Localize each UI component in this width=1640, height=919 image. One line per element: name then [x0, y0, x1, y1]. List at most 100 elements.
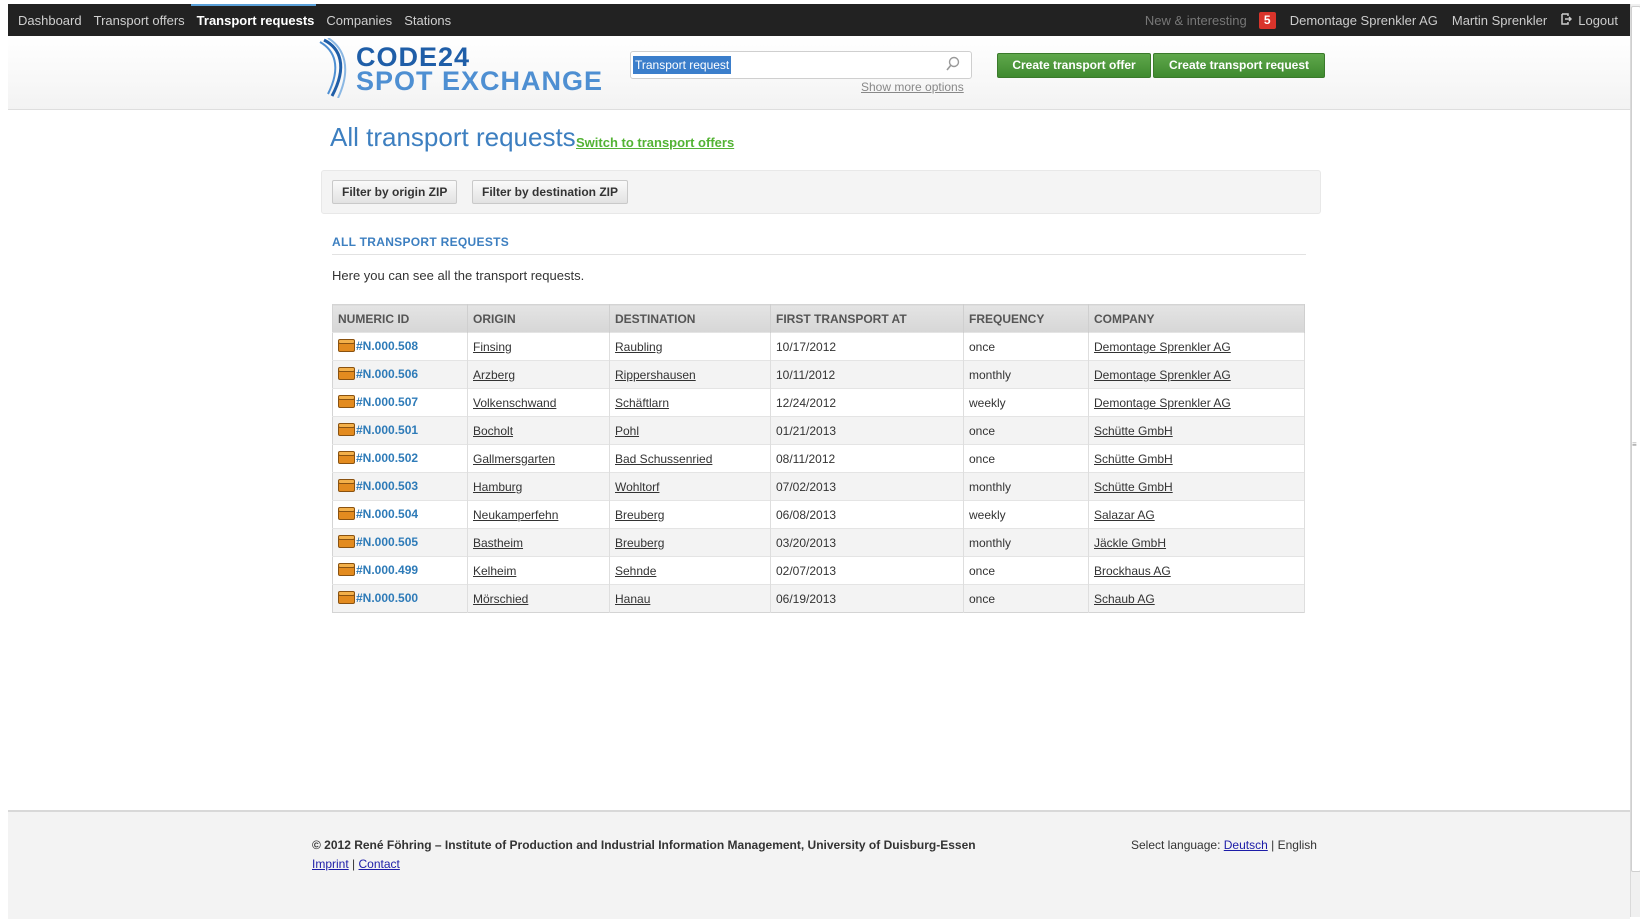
imprint-link[interactable]: Imprint — [312, 857, 349, 871]
news-count-badge[interactable]: 5 — [1258, 11, 1276, 29]
destination-link[interactable]: Rippershausen — [615, 368, 696, 382]
company-link[interactable]: Demontage Sprenkler AG — [1094, 396, 1231, 410]
cell-origin: Arzberg — [467, 360, 610, 389]
cell-first-transport: 06/08/2013 — [770, 500, 964, 529]
cell-frequency: monthly — [963, 360, 1089, 389]
language-label: Select language: — [1131, 838, 1221, 852]
cell-id: #N.000.506 — [332, 360, 468, 389]
contact-link[interactable]: Contact — [359, 857, 400, 871]
origin-link[interactable]: Volkenschwand — [473, 396, 556, 410]
company-link[interactable]: Schütte GmbH — [1094, 424, 1173, 438]
request-id-link[interactable]: #N.000.504 — [356, 507, 418, 521]
cell-first-transport: 10/17/2012 — [770, 332, 964, 361]
box-icon — [338, 478, 355, 495]
origin-link[interactable]: Neukamperfehn — [473, 508, 558, 522]
nav-dashboard[interactable]: Dashboard — [18, 13, 82, 28]
show-more-options-link[interactable]: Show more options — [861, 80, 964, 94]
table-row[interactable]: #N.000.501 Bocholt Pohl 01/21/2013 once Schüt… — [332, 416, 1305, 445]
destination-link[interactable]: Schäftlarn — [615, 396, 669, 410]
request-id-link[interactable]: #N.000.501 — [356, 423, 418, 437]
table-row[interactable]: #N.000.503 Hamburg Wohltorf 07/02/2013 month… — [332, 472, 1305, 501]
company-link[interactable]: Schaub AG — [1094, 592, 1155, 606]
table-row[interactable]: #N.000.508 Finsing Raubling 10/17/2012 once D… — [332, 332, 1305, 361]
request-id-link[interactable]: #N.000.499 — [356, 563, 418, 577]
nav-companies[interactable]: Companies — [326, 13, 392, 28]
cell-first-transport: 12/24/2012 — [770, 388, 964, 417]
code24-logo[interactable]: CODE24 SPOT EXCHANGE — [318, 38, 608, 100]
company-link[interactable]: Schütte GmbH — [1094, 452, 1173, 466]
logout-link[interactable]: Logout — [1561, 13, 1618, 28]
destination-link[interactable]: Hanau — [615, 592, 650, 606]
cell-id: #N.000.507 — [332, 388, 468, 417]
news-link[interactable]: New & interesting — [1145, 13, 1247, 28]
company-link[interactable]: Brockhaus AG — [1094, 564, 1171, 578]
destination-link[interactable]: Sehnde — [615, 564, 656, 578]
company-link[interactable]: Salazar AG — [1094, 508, 1155, 522]
cell-origin: Bocholt — [467, 416, 610, 445]
filter-origin-zip-button[interactable]: Filter by origin ZIP — [332, 180, 458, 204]
destination-link[interactable]: Raubling — [615, 340, 662, 354]
column-header-first-transport[interactable]: FIRST TRANSPORT AT — [770, 304, 964, 333]
request-id-link[interactable]: #N.000.505 — [356, 535, 418, 549]
table-row[interactable]: #N.000.504 Neukamperfehn Breuberg 06/08/201… — [332, 500, 1305, 529]
logout-label: Logout — [1578, 12, 1618, 28]
origin-link[interactable]: Arzberg — [473, 368, 515, 382]
destination-link[interactable]: Bad Schussenried — [615, 452, 712, 466]
nav-transport-requests[interactable]: Transport requests — [197, 13, 315, 28]
origin-link[interactable]: Kelheim — [473, 564, 516, 578]
origin-link[interactable]: Mörschied — [473, 592, 528, 606]
column-header-origin[interactable]: ORIGIN — [467, 304, 610, 333]
cell-id: #N.000.504 — [332, 500, 468, 529]
company-link[interactable]: Demontage Sprenkler AG — [1094, 340, 1231, 354]
scrollbar-thumb[interactable] — [1631, 6, 1640, 872]
nav-transport-offers[interactable]: Transport offers — [94, 13, 185, 28]
language-deutsch-link[interactable]: Deutsch — [1224, 838, 1268, 852]
request-id-link[interactable]: #N.000.500 — [356, 591, 418, 605]
magnifier-icon[interactable] — [945, 56, 961, 77]
filter-destination-zip-button[interactable]: Filter by destination ZIP — [472, 180, 629, 204]
column-header-id[interactable]: NUMERIC ID — [332, 304, 468, 333]
request-id-link[interactable]: #N.000.503 — [356, 479, 418, 493]
user-name[interactable]: Martin Sprenkler — [1452, 13, 1547, 28]
create-transport-request-button[interactable]: Create transport request — [1153, 53, 1325, 78]
destination-link[interactable]: Wohltorf — [615, 480, 659, 494]
search-input[interactable]: Transport request — [630, 51, 972, 79]
logo-line2: SPOT EXCHANGE — [356, 66, 604, 96]
company-link[interactable]: Schütte GmbH — [1094, 480, 1173, 494]
create-transport-offer-button[interactable]: Create transport offer — [997, 53, 1151, 78]
company-link[interactable]: Demontage Sprenkler AG — [1094, 368, 1231, 382]
request-id-link[interactable]: #N.000.508 — [356, 339, 418, 353]
language-selector: Select language: Deutsch | English — [1131, 838, 1317, 852]
origin-link[interactable]: Gallmersgarten — [473, 452, 555, 466]
destination-link[interactable]: Breuberg — [615, 536, 664, 550]
filter-bar: Filter by origin ZIP Filter by destinati… — [321, 170, 1321, 214]
cell-origin: Bastheim — [467, 528, 610, 557]
request-id-link[interactable]: #N.000.506 — [356, 367, 418, 381]
destination-link[interactable]: Pohl — [615, 424, 639, 438]
table-row[interactable]: #N.000.500 Mörschied Hanau 06/19/2013 once Sc… — [332, 584, 1305, 613]
table-row[interactable]: #N.000.499 Kelheim Sehnde 02/07/2013 once Bro… — [332, 556, 1305, 585]
request-id-link[interactable]: #N.000.502 — [356, 451, 418, 465]
switch-to-offers-link[interactable]: Switch to transport offers — [576, 135, 734, 150]
company-name[interactable]: Demontage Sprenkler AG — [1290, 13, 1438, 28]
origin-link[interactable]: Bastheim — [473, 536, 523, 550]
cell-origin: Mörschied — [467, 584, 610, 613]
table-row[interactable]: #N.000.507 Volkenschwand Schäftlarn 12/24/2… — [332, 388, 1305, 417]
table-row[interactable]: #N.000.502 Gallmersgarten Bad Schussenried… — [332, 444, 1305, 473]
table-row[interactable]: #N.000.505 Bastheim Breuberg 03/20/2013 mont… — [332, 528, 1305, 557]
table-row[interactable]: #N.000.506 Arzberg Rippershausen 10/11/2012… — [332, 360, 1305, 389]
nav-stations[interactable]: Stations — [404, 13, 451, 28]
column-header-company[interactable]: COMPANY — [1088, 304, 1305, 333]
origin-link[interactable]: Finsing — [473, 340, 512, 354]
column-header-frequency[interactable]: FREQUENCY — [963, 304, 1089, 333]
origin-link[interactable]: Hamburg — [473, 480, 522, 494]
origin-link[interactable]: Bocholt — [473, 424, 513, 438]
column-header-destination[interactable]: DESTINATION — [609, 304, 771, 333]
scrollbar-grip-icon: ≡ — [1632, 440, 1637, 449]
box-icon — [338, 562, 355, 579]
language-separator: | — [1271, 838, 1275, 852]
company-link[interactable]: Jäckle GmbH — [1094, 536, 1166, 550]
destination-link[interactable]: Breuberg — [615, 508, 664, 522]
request-id-link[interactable]: #N.000.507 — [356, 395, 418, 409]
cell-first-transport: 10/11/2012 — [770, 360, 964, 389]
